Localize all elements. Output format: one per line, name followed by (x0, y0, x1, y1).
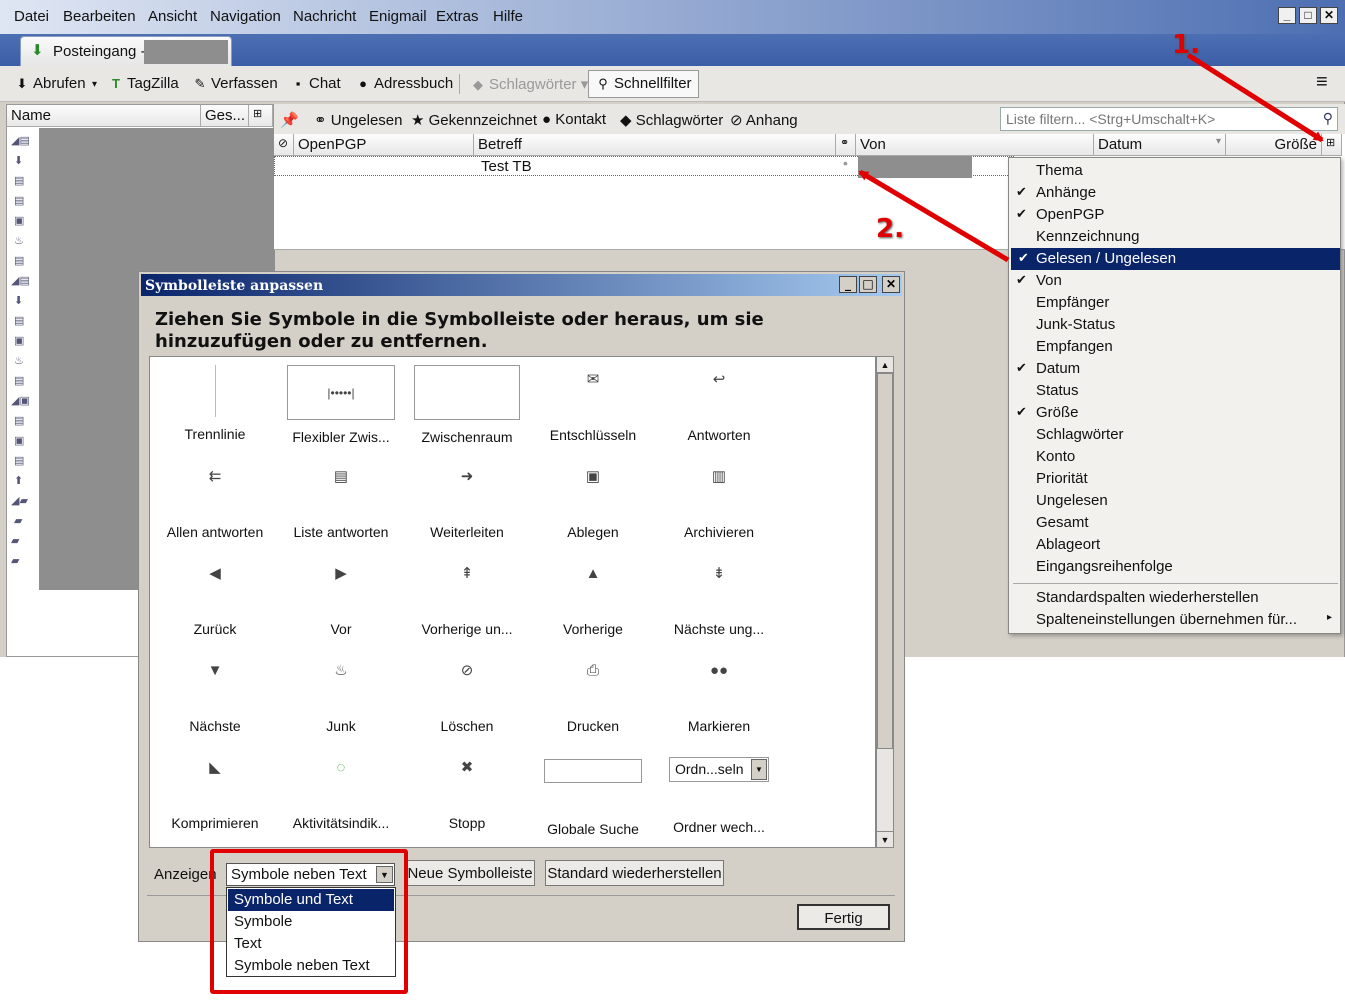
annotation-label-1: 1. (1172, 30, 1200, 60)
annotation-arrows (858, 52, 1324, 263)
arrow-1 (1186, 52, 1324, 143)
annotation-label-2: 2. (876, 214, 904, 244)
